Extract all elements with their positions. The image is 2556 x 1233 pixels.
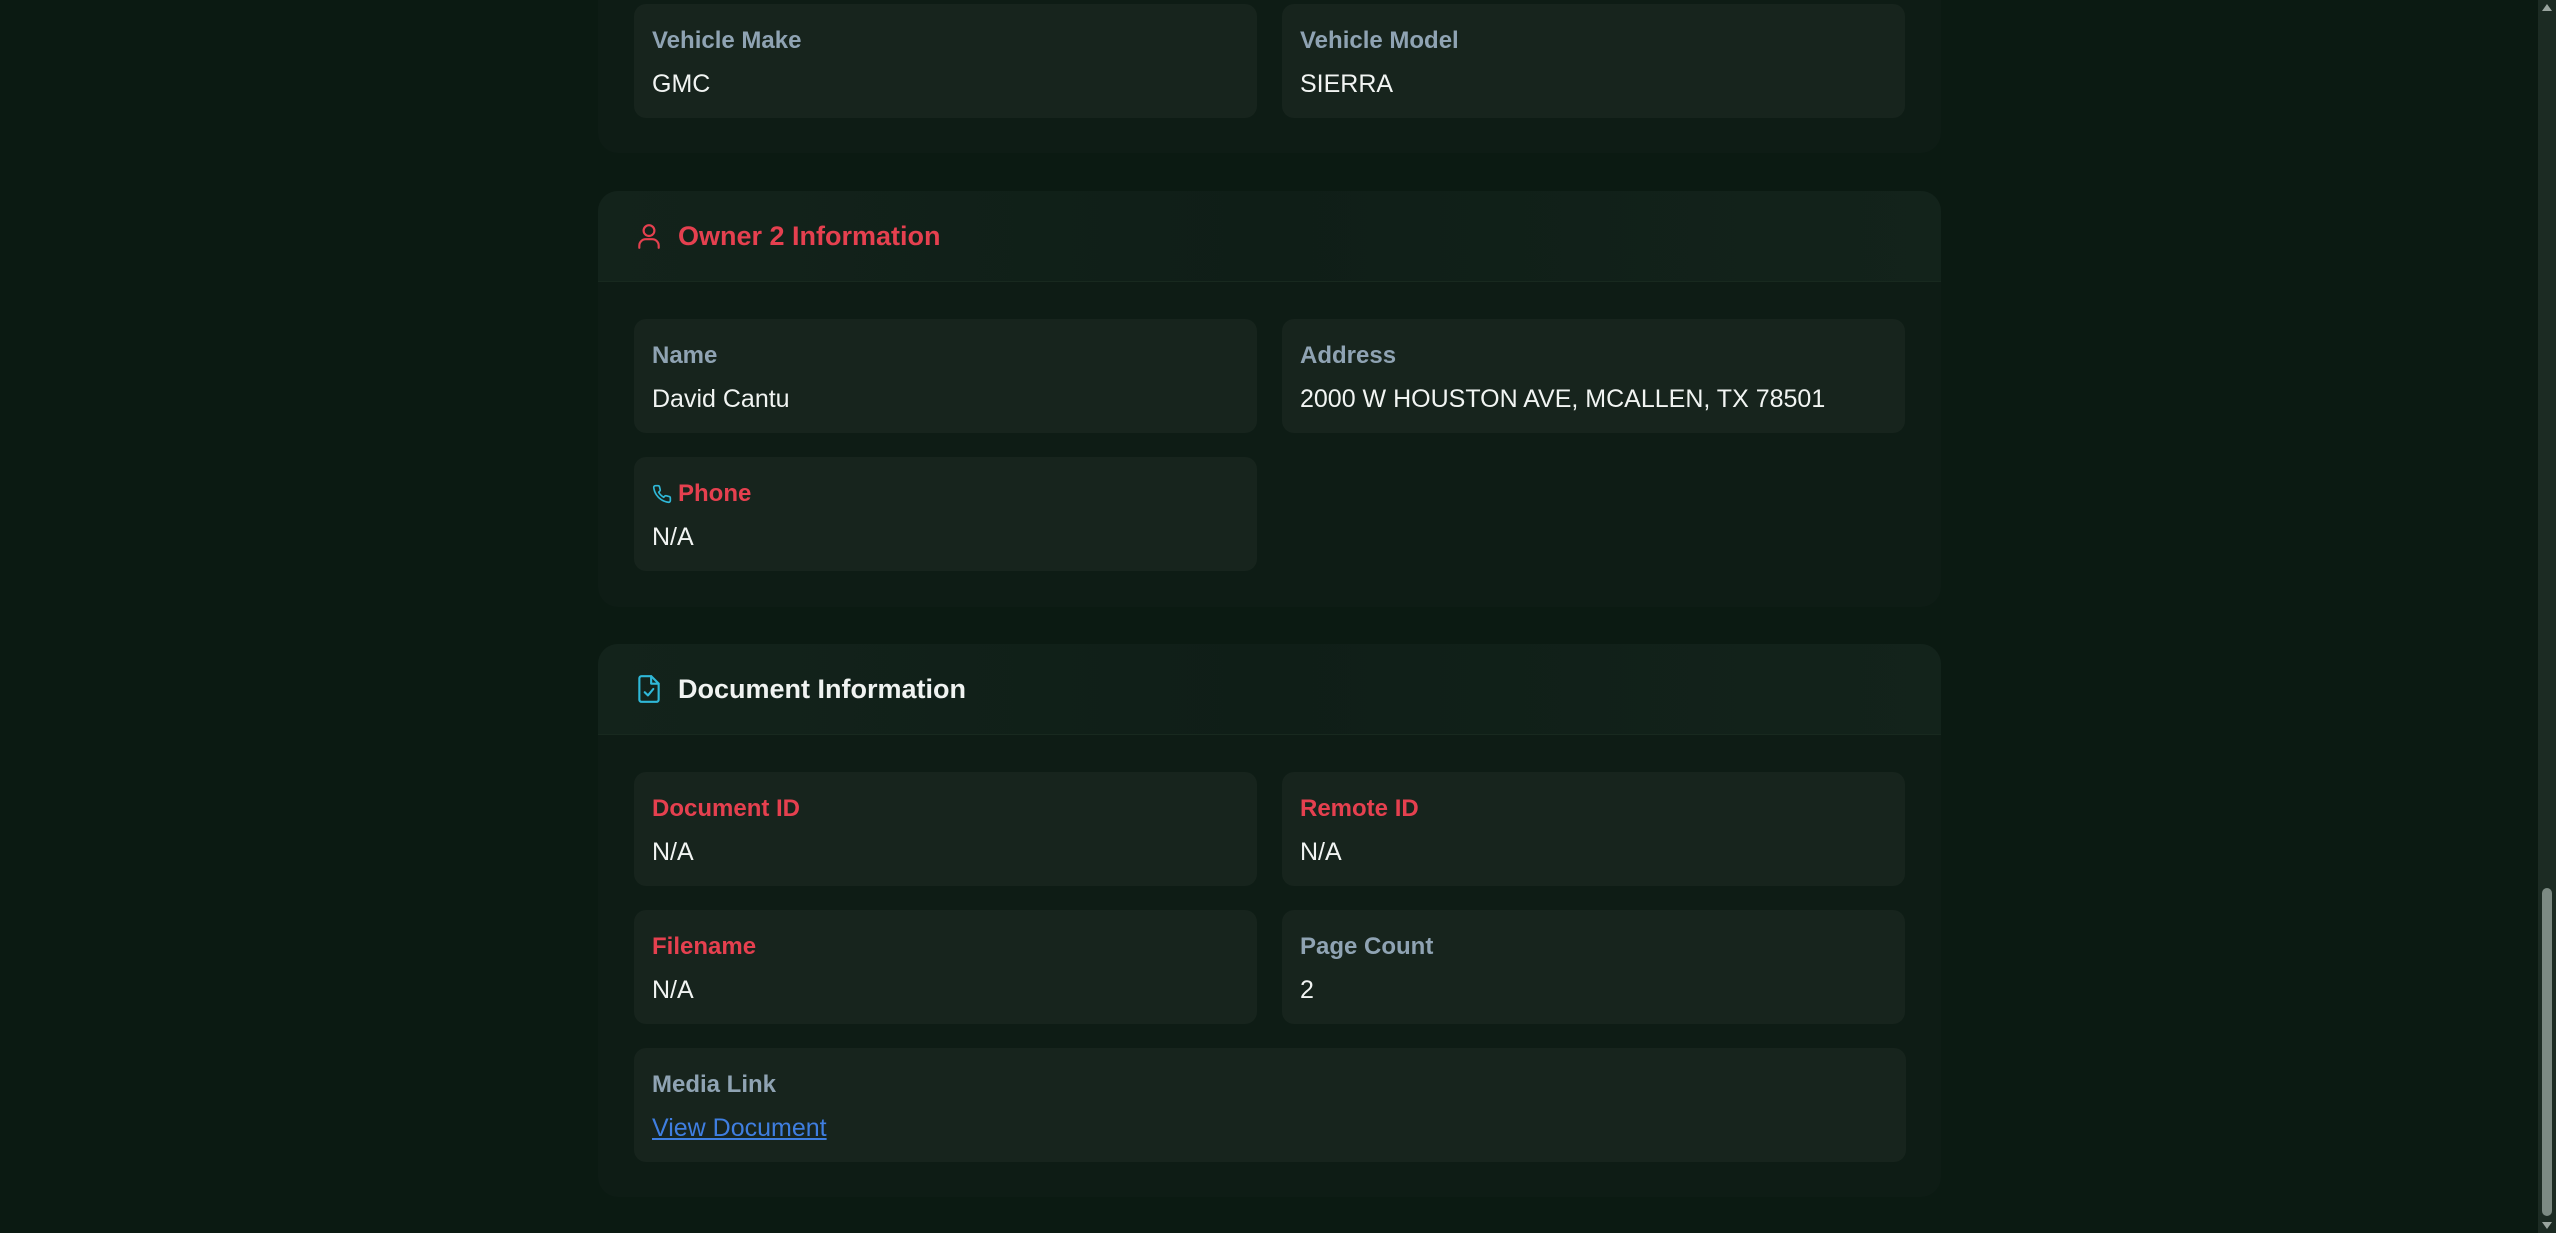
filename-value: N/A [652,975,694,1004]
document-title: Document Information [678,673,966,704]
vehicle-make-label: Vehicle Make [652,27,802,54]
remote-id-label: Remote ID [1300,795,1419,822]
filename-label: Filename [652,933,757,960]
owner-name-label: Name [652,342,718,369]
owner-phone-field: Phone N/A [634,457,1257,571]
document-id-field: Document ID N/A [634,772,1257,886]
page-count-field: Page Count 2 [1282,910,1905,1024]
page: Vehicle Make GMC Vehicle Model SIERRA Ow… [0,0,2556,1233]
owner-name-field: Name David Cantu [634,319,1257,433]
media-link-field: Media Link View Document [634,1048,1906,1162]
document-id-value: N/A [652,837,694,866]
scroll-down-arrow-icon[interactable] [2542,1222,2552,1229]
media-link-label: Media Link [652,1071,777,1098]
owner-phone-value: N/A [652,522,694,551]
page-count-label: Page Count [1300,933,1434,960]
document-header: Document Information [598,644,1941,735]
user-icon [634,221,664,251]
vehicle-model-label: Vehicle Model [1300,27,1459,54]
file-check-icon [634,674,664,704]
owner-name-value: David Cantu [652,384,790,413]
owner-address-value: 2000 W HOUSTON AVE, MCALLEN, TX 78501 [1300,384,1826,413]
media-link-value: View Document [652,1112,1888,1144]
vehicle-make-value: GMC [652,69,711,98]
remote-id-value: N/A [1300,837,1342,866]
view-document-link[interactable]: View Document [652,1114,827,1143]
vehicle-information-card: Vehicle Make GMC Vehicle Model SIERRA [598,0,1941,153]
page-count-value: 2 [1300,975,1314,1004]
owner-2-title: Owner 2 Information [678,220,941,251]
owner-phone-label: Phone [678,480,752,507]
owner-address-field: Address 2000 W HOUSTON AVE, MCALLEN, TX … [1282,319,1905,433]
vehicle-model-value: SIERRA [1300,69,1394,98]
owner-phone-label-row: Phone [652,479,1239,509]
vehicle-make-field: Vehicle Make GMC [634,4,1257,118]
phone-icon [652,484,672,504]
vehicle-model-field: Vehicle Model SIERRA [1282,4,1905,118]
filename-field: Filename N/A [634,910,1257,1024]
page-scrollbar[interactable] [2538,0,2556,1233]
scrollbar-thumb[interactable] [2542,888,2552,1216]
document-id-label: Document ID [652,795,801,822]
owner-address-label: Address [1300,342,1397,369]
remote-id-field: Remote ID N/A [1282,772,1905,886]
owner-2-header: Owner 2 Information [598,191,1941,282]
scroll-up-arrow-icon[interactable] [2542,4,2552,11]
owner-2-information-card: Owner 2 Information Name David Cantu Add… [598,191,1941,607]
document-information-card: Document Information Document ID N/A Rem… [598,644,1941,1197]
